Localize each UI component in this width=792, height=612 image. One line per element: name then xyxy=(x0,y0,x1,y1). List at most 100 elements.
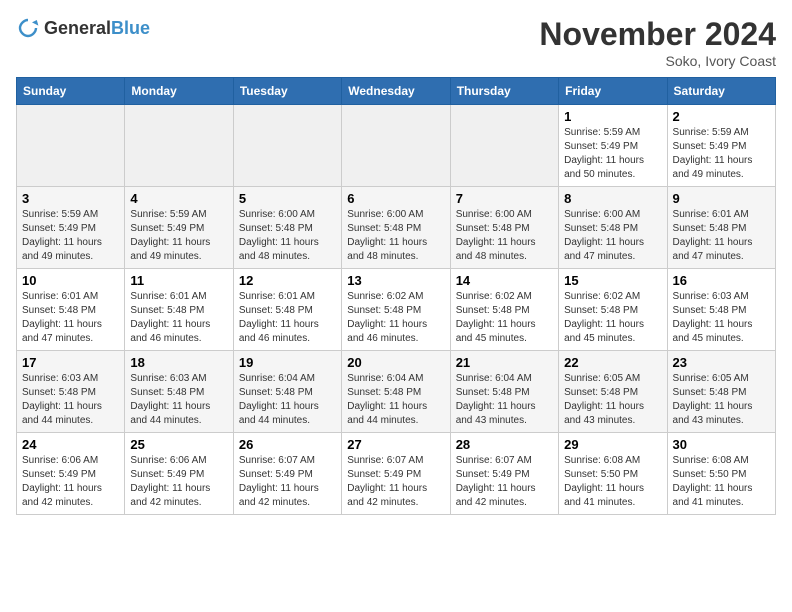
day-number: 26 xyxy=(239,437,336,452)
day-number: 28 xyxy=(456,437,553,452)
day-info: Sunrise: 6:01 AM Sunset: 5:48 PM Dayligh… xyxy=(239,290,336,346)
day-number: 5 xyxy=(239,191,336,206)
calendar-cell: 27 Sunrise: 6:07 AM Sunset: 5:49 PM Dayli… xyxy=(342,433,450,515)
month-title: November 2024 xyxy=(539,16,776,53)
day-number: 11 xyxy=(130,273,227,288)
calendar-cell: 3Sunrise: 5:59 AM Sunset: 5:49 PM Daylig… xyxy=(17,187,125,269)
day-number: 2 xyxy=(673,109,770,124)
calendar-cell: 4 Sunrise: 5:59 AM Sunset: 5:49 PM Daylig… xyxy=(125,187,233,269)
day-number: 20 xyxy=(347,355,444,370)
day-info: Sunrise: 6:08 AM Sunset: 5:50 PM Dayligh… xyxy=(564,454,661,510)
day-number: 12 xyxy=(239,273,336,288)
logo: GeneralBlue xyxy=(16,16,150,40)
day-number: 23 xyxy=(673,355,770,370)
calendar-cell: 20 Sunrise: 6:04 AM Sunset: 5:48 PM Dayli… xyxy=(342,351,450,433)
day-info: Sunrise: 6:07 AM Sunset: 5:49 PM Dayligh… xyxy=(456,454,553,510)
calendar-cell: 2 Sunrise: 5:59 AM Sunset: 5:49 PM Daylig… xyxy=(667,105,775,187)
calendar-cell: 8 Sunrise: 6:00 AM Sunset: 5:48 PM Daylig… xyxy=(559,187,667,269)
calendar-cell: 9Sunrise: 6:01 AM Sunset: 5:48 PM Daylig… xyxy=(667,187,775,269)
day-info: Sunrise: 6:01 AM Sunset: 5:48 PM Dayligh… xyxy=(22,290,119,346)
calendar-cell: 23Sunrise: 6:05 AM Sunset: 5:48 PM Dayli… xyxy=(667,351,775,433)
calendar-cell xyxy=(17,105,125,187)
day-info: Sunrise: 6:06 AM Sunset: 5:49 PM Dayligh… xyxy=(130,454,227,510)
day-info: Sunrise: 6:00 AM Sunset: 5:48 PM Dayligh… xyxy=(239,208,336,264)
calendar-cell: 14 Sunrise: 6:02 AM Sunset: 5:48 PM Dayli… xyxy=(450,269,558,351)
day-header-wednesday: Wednesday xyxy=(342,78,450,105)
day-header-monday: Monday xyxy=(125,78,233,105)
day-number: 8 xyxy=(564,191,661,206)
header: GeneralBlue November 2024 Soko, Ivory Co… xyxy=(16,16,776,69)
day-number: 3 xyxy=(22,191,119,206)
calendar-cell: 1Sunrise: 5:59 AM Sunset: 5:49 PM Daylig… xyxy=(559,105,667,187)
day-info: Sunrise: 5:59 AM Sunset: 5:49 PM Dayligh… xyxy=(673,126,770,182)
day-info: Sunrise: 6:05 AM Sunset: 5:48 PM Dayligh… xyxy=(564,372,661,428)
day-info: Sunrise: 6:07 AM Sunset: 5:49 PM Dayligh… xyxy=(347,454,444,510)
day-info: Sunrise: 6:07 AM Sunset: 5:49 PM Dayligh… xyxy=(239,454,336,510)
day-number: 24 xyxy=(22,437,119,452)
day-info: Sunrise: 6:02 AM Sunset: 5:48 PM Dayligh… xyxy=(456,290,553,346)
calendar-cell: 12 Sunrise: 6:01 AM Sunset: 5:48 PM Dayli… xyxy=(233,269,341,351)
calendar-cell: 11 Sunrise: 6:01 AM Sunset: 5:48 PM Dayli… xyxy=(125,269,233,351)
day-info: Sunrise: 5:59 AM Sunset: 5:49 PM Dayligh… xyxy=(564,126,661,182)
day-header-saturday: Saturday xyxy=(667,78,775,105)
calendar-cell: 18Sunrise: 6:03 AM Sunset: 5:48 PM Dayli… xyxy=(125,351,233,433)
day-number: 27 xyxy=(347,437,444,452)
day-info: Sunrise: 6:04 AM Sunset: 5:48 PM Dayligh… xyxy=(347,372,444,428)
day-info: Sunrise: 6:00 AM Sunset: 5:48 PM Dayligh… xyxy=(564,208,661,264)
day-info: Sunrise: 6:01 AM Sunset: 5:48 PM Dayligh… xyxy=(130,290,227,346)
calendar-cell: 19Sunrise: 6:04 AM Sunset: 5:48 PM Dayli… xyxy=(233,351,341,433)
calendar-week-2: 3 Sunrise: 5:59 AM Sunset: 5:49 PM Daylig… xyxy=(17,187,776,269)
day-header-sunday: Sunday xyxy=(17,78,125,105)
calendar-cell: 26 Sunrise: 6:07 AM Sunset: 5:49 PM Dayli… xyxy=(233,433,341,515)
calendar-cell: 22 Sunrise: 6:05 AM Sunset: 5:48 PM Dayli… xyxy=(559,351,667,433)
day-number: 13 xyxy=(347,273,444,288)
calendar-cell: 30Sunrise: 6:08 AM Sunset: 5:50 PM Dayli… xyxy=(667,433,775,515)
day-number: 7 xyxy=(456,191,553,206)
calendar-body: 1Sunrise: 5:59 AM Sunset: 5:49 PM Daylig… xyxy=(17,105,776,515)
calendar-week-1: 1Sunrise: 5:59 AM Sunset: 5:49 PM Daylig… xyxy=(17,105,776,187)
day-number: 16 xyxy=(673,273,770,288)
day-info: Sunrise: 6:03 AM Sunset: 5:48 PM Dayligh… xyxy=(673,290,770,346)
day-number: 25 xyxy=(130,437,227,452)
calendar-week-4: 17 Sunrise: 6:03 AM Sunset: 5:48 PM Dayli… xyxy=(17,351,776,433)
day-header-friday: Friday xyxy=(559,78,667,105)
day-header-tuesday: Tuesday xyxy=(233,78,341,105)
calendar-cell xyxy=(125,105,233,187)
calendar-week-3: 10Sunrise: 6:01 AM Sunset: 5:48 PM Dayli… xyxy=(17,269,776,351)
day-number: 19 xyxy=(239,355,336,370)
day-number: 15 xyxy=(564,273,661,288)
calendar-cell: 5 Sunrise: 6:00 AM Sunset: 5:48 PM Daylig… xyxy=(233,187,341,269)
day-info: Sunrise: 5:59 AM Sunset: 5:49 PM Dayligh… xyxy=(130,208,227,264)
day-number: 6 xyxy=(347,191,444,206)
day-info: Sunrise: 6:06 AM Sunset: 5:49 PM Dayligh… xyxy=(22,454,119,510)
day-info: Sunrise: 6:00 AM Sunset: 5:48 PM Dayligh… xyxy=(347,208,444,264)
calendar-cell: 15 Sunrise: 6:02 AM Sunset: 5:48 PM Dayli… xyxy=(559,269,667,351)
day-number: 30 xyxy=(673,437,770,452)
calendar-cell: 24 Sunrise: 6:06 AM Sunset: 5:49 PM Dayli… xyxy=(17,433,125,515)
day-number: 4 xyxy=(130,191,227,206)
calendar-cell: 28 Sunrise: 6:07 AM Sunset: 5:49 PM Dayli… xyxy=(450,433,558,515)
logo-general-text: General xyxy=(44,18,111,38)
calendar-cell: 21 Sunrise: 6:04 AM Sunset: 5:48 PM Dayli… xyxy=(450,351,558,433)
calendar-cell: 10Sunrise: 6:01 AM Sunset: 5:48 PM Dayli… xyxy=(17,269,125,351)
day-info: Sunrise: 6:04 AM Sunset: 5:48 PM Dayligh… xyxy=(456,372,553,428)
calendar-cell: 25 Sunrise: 6:06 AM Sunset: 5:49 PM Dayli… xyxy=(125,433,233,515)
logo-blue-text: Blue xyxy=(111,18,150,38)
day-info: Sunrise: 6:01 AM Sunset: 5:48 PM Dayligh… xyxy=(673,208,770,264)
calendar-cell: 7 Sunrise: 6:00 AM Sunset: 5:48 PM Daylig… xyxy=(450,187,558,269)
day-header-thursday: Thursday xyxy=(450,78,558,105)
day-info: Sunrise: 6:03 AM Sunset: 5:48 PM Dayligh… xyxy=(130,372,227,428)
logo-icon xyxy=(16,16,40,40)
day-info: Sunrise: 6:02 AM Sunset: 5:48 PM Dayligh… xyxy=(347,290,444,346)
day-number: 17 xyxy=(22,355,119,370)
location: Soko, Ivory Coast xyxy=(539,53,776,69)
day-number: 21 xyxy=(456,355,553,370)
day-number: 22 xyxy=(564,355,661,370)
day-info: Sunrise: 6:02 AM Sunset: 5:48 PM Dayligh… xyxy=(564,290,661,346)
day-number: 14 xyxy=(456,273,553,288)
calendar-cell xyxy=(450,105,558,187)
day-info: Sunrise: 6:00 AM Sunset: 5:48 PM Dayligh… xyxy=(456,208,553,264)
calendar-header-row: SundayMondayTuesdayWednesdayThursdayFrid… xyxy=(17,78,776,105)
day-info: Sunrise: 6:03 AM Sunset: 5:48 PM Dayligh… xyxy=(22,372,119,428)
calendar-week-5: 24 Sunrise: 6:06 AM Sunset: 5:49 PM Dayli… xyxy=(17,433,776,515)
